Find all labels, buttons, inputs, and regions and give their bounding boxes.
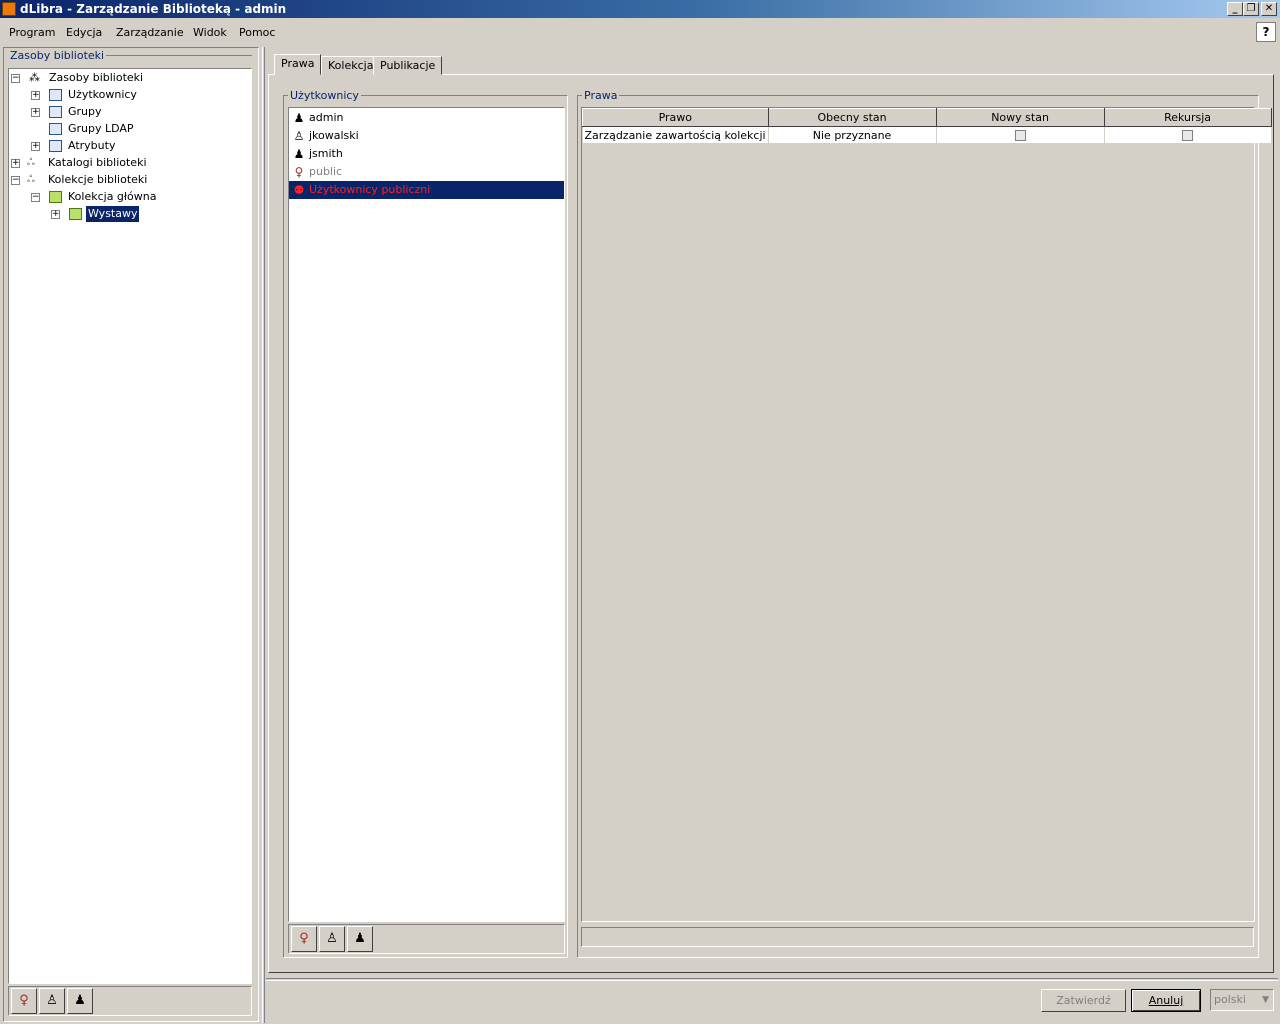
public-user-icon: ♀ bbox=[299, 931, 309, 946]
network-icon: ⁂ bbox=[29, 71, 40, 84]
chevron-down-icon: ▼ bbox=[1262, 995, 1269, 1005]
collapse-icon[interactable]: − bbox=[11, 74, 20, 83]
tree-node-label: Kolekcja główna bbox=[68, 190, 157, 203]
ldap-groups-icon bbox=[49, 123, 62, 135]
app-icon bbox=[2, 2, 16, 16]
language-select[interactable]: polski ▼ bbox=[1210, 989, 1274, 1011]
title-bar: dLibra - Zarządzanie Biblioteką - admin … bbox=[0, 0, 1280, 18]
users-toolbar: ♀ ♙ ♟ bbox=[288, 924, 565, 954]
tree-node-label: Wystawy bbox=[86, 206, 140, 222]
users-list[interactable]: ♟ admin ♙ jkowalski ♟ jsmith ♀ public ⚉ … bbox=[288, 107, 565, 922]
user-label: admin bbox=[309, 111, 344, 124]
column-header[interactable]: Prawo bbox=[582, 108, 769, 127]
left-panel-title: Zasoby biblioteki bbox=[8, 49, 107, 62]
rights-table: Prawo Obecny stan Nowy stan Rekursja Zar… bbox=[582, 108, 1272, 143]
restore-button[interactable]: ❐ bbox=[1243, 2, 1259, 16]
resource-tree[interactable]: − ⁂ Zasoby biblioteki + Użytkownicy + Gr… bbox=[8, 68, 252, 984]
collapse-icon[interactable]: − bbox=[31, 193, 40, 202]
public-user-icon: ♀ bbox=[19, 993, 29, 1008]
add-user-button[interactable]: ♙ bbox=[39, 988, 65, 1014]
menu-zarzadzanie[interactable]: Zarządzanie bbox=[116, 26, 184, 39]
window-title: dLibra - Zarządzanie Biblioteką - admin bbox=[20, 2, 287, 16]
new-state-cell bbox=[936, 126, 1105, 143]
list-item-selected[interactable]: ⚉ Użytkownicy publiczni bbox=[289, 181, 564, 199]
help-icon[interactable]: ? bbox=[1256, 22, 1276, 42]
bottom-separator bbox=[266, 978, 1278, 981]
users-panel-title: Użytkownicy bbox=[288, 89, 361, 102]
user-label: Użytkownicy publiczni bbox=[309, 183, 431, 196]
user-icon: ♙ bbox=[46, 993, 58, 1008]
rights-table-area bbox=[581, 107, 1255, 922]
recursion-cell bbox=[1104, 126, 1272, 143]
column-header[interactable]: Nowy stan bbox=[935, 108, 1105, 127]
list-item[interactable]: ♟ admin bbox=[289, 109, 564, 127]
rights-status-field bbox=[581, 927, 1254, 947]
group-icon: ♟ bbox=[354, 931, 366, 946]
close-button[interactable]: ✕ bbox=[1261, 2, 1277, 16]
cancel-button[interactable]: Anuluj bbox=[1131, 989, 1201, 1012]
list-item[interactable]: ♀ public bbox=[289, 163, 564, 181]
users-icon bbox=[49, 89, 62, 101]
group-icon: ♟ bbox=[293, 147, 305, 161]
catalogs-icon: ஃ bbox=[27, 157, 35, 168]
public-user-icon: ♀ bbox=[294, 165, 304, 179]
folder-icon bbox=[69, 208, 82, 220]
expand-icon[interactable]: + bbox=[31, 142, 40, 151]
minimize-button[interactable]: _ bbox=[1227, 2, 1243, 16]
expand-icon[interactable]: + bbox=[31, 108, 40, 117]
recursion-checkbox[interactable] bbox=[1182, 130, 1194, 141]
rights-panel-title: Prawa bbox=[582, 89, 620, 102]
add-user-button[interactable]: ♙ bbox=[319, 926, 345, 952]
tab-prawa[interactable]: Prawa bbox=[274, 54, 322, 75]
right-name-cell: Zarządzanie zawartością kolekcji bbox=[582, 126, 769, 143]
user-label: public bbox=[309, 165, 343, 178]
collections-icon: ஃ bbox=[27, 174, 35, 185]
collapse-icon[interactable]: − bbox=[11, 176, 20, 185]
tree-node-label: Użytkownicy bbox=[68, 88, 137, 101]
table-row[interactable]: Zarządzanie zawartością kolekcji Nie prz… bbox=[582, 126, 1272, 143]
add-group-button[interactable]: ♟ bbox=[67, 988, 93, 1014]
left-toolbar: ♀ ♙ ♟ bbox=[8, 986, 252, 1016]
tree-node-label: Grupy bbox=[68, 105, 102, 118]
add-public-user-button[interactable]: ♀ bbox=[11, 988, 37, 1014]
tab-publikacje[interactable]: Publikacje bbox=[373, 56, 443, 75]
user-icon: ♙ bbox=[326, 931, 338, 946]
confirm-button[interactable]: Zatwierdź bbox=[1041, 989, 1126, 1012]
menu-widok[interactable]: Widok bbox=[193, 26, 227, 39]
group-icon: ♟ bbox=[74, 993, 86, 1008]
user-label: jsmith bbox=[309, 147, 343, 160]
menu-bar: Program Edycja Zarządzanie Widok Pomoc bbox=[0, 20, 1280, 44]
user-icon: ♙ bbox=[293, 129, 305, 143]
expand-icon[interactable]: + bbox=[31, 91, 40, 100]
splitter[interactable] bbox=[262, 47, 265, 1023]
list-item[interactable]: ♟ jsmith bbox=[289, 145, 564, 163]
tree-node-label: Katalogi biblioteki bbox=[48, 156, 147, 169]
groups-icon bbox=[49, 106, 62, 118]
expand-icon[interactable]: + bbox=[51, 210, 60, 219]
attributes-icon bbox=[49, 140, 62, 152]
menu-program[interactable]: Program bbox=[9, 26, 55, 39]
add-group-button[interactable]: ♟ bbox=[347, 926, 373, 952]
list-item[interactable]: ♙ jkowalski bbox=[289, 127, 564, 145]
new-state-checkbox[interactable] bbox=[1014, 130, 1026, 141]
column-header[interactable]: Obecny stan bbox=[767, 108, 937, 127]
public-group-icon: ⚉ bbox=[293, 183, 305, 197]
expand-icon[interactable]: + bbox=[11, 159, 20, 168]
tree-node-label: Grupy LDAP bbox=[68, 122, 134, 135]
tree-node-label: Atrybuty bbox=[68, 139, 116, 152]
add-public-user-button[interactable]: ♀ bbox=[291, 926, 317, 952]
current-state-cell: Nie przyznane bbox=[768, 126, 937, 143]
column-header[interactable]: Rekursja bbox=[1103, 108, 1272, 127]
menu-edycja[interactable]: Edycja bbox=[66, 26, 102, 39]
group-icon: ♟ bbox=[293, 111, 305, 125]
tree-node-label: Zasoby biblioteki bbox=[49, 71, 144, 84]
tree-node-label: Kolekcje biblioteki bbox=[48, 173, 148, 186]
user-label: jkowalski bbox=[309, 129, 359, 142]
language-value: polski bbox=[1214, 993, 1246, 1006]
menu-pomoc[interactable]: Pomoc bbox=[239, 26, 275, 39]
tab-kolekcja[interactable]: Kolekcja bbox=[321, 56, 381, 75]
folder-icon bbox=[49, 191, 62, 203]
